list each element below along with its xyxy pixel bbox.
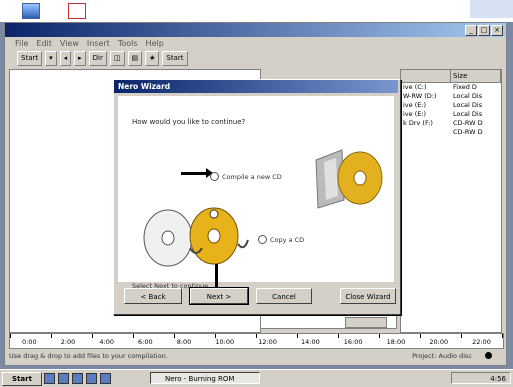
ruler-label: 16:00 [343,338,363,346]
close-wizard-button[interactable]: Close Wizard [340,288,396,304]
toolbar-window-button[interactable]: ◫ [109,50,125,66]
quick-launch-icon[interactable] [44,373,55,384]
menu-bar: File Edit View Insert Tools Help [5,37,506,49]
toolbar-back-button[interactable]: ◂ [59,50,72,66]
drive-type: CD-RW D [453,119,483,127]
toolbar-dir-button[interactable]: Dir [88,50,107,66]
quick-launch-icon[interactable] [72,373,83,384]
drive-type: CD-RW D [453,128,483,136]
desktop-corner [470,0,513,18]
taskbar-app-button[interactable]: Nero - Burning ROM [150,372,260,384]
dialog-button-row: < Back Next > Cancel Close Wizard [120,287,396,306]
drive-name: ive (E:) [403,101,427,109]
drive-name: ive (E:) [403,110,427,118]
menu-edit[interactable]: Edit [36,39,52,48]
column-header[interactable] [401,70,451,82]
taskbar: Start Nero - Burning ROM 4:56 [0,369,513,387]
compile-cd-option[interactable]: Compile a new CD [210,172,282,181]
ruler-label: 14:00 [300,338,320,346]
drive-name [401,128,451,137]
option-label: Copy a CD [270,235,305,244]
list-item[interactable]: ive (E:) Local Dis [401,101,501,110]
list-item[interactable]: ive (E:) Local Dis [401,110,501,119]
toolbar-new-button[interactable]: Start [17,50,43,66]
menu-tools[interactable]: Tools [118,39,138,48]
dialog-body: How would you like to continue? Compile … [118,96,394,302]
next-button[interactable]: Next > [189,287,249,305]
toolbar-list-button[interactable]: ▤ [127,50,143,66]
ruler-label: 12:00 [258,338,277,346]
status-bar: Use drag & drop to add files to your com… [9,350,502,362]
ruler-label: 6:00 [138,338,153,346]
list-item[interactable]: W-RW (D:) Local Dis [401,92,501,101]
copy-cd-illustration-icon [143,207,249,267]
project-type-text: Project: Audio disc [412,352,472,360]
copy-cd-option[interactable]: Copy a CD [258,235,304,244]
drive-name: k Drv (F:) [403,119,433,127]
cancel-button[interactable]: Cancel [256,288,312,304]
drive-name: W-RW (D:) [403,92,437,100]
menu-view[interactable]: View [60,39,79,48]
start-button[interactable]: Start [2,372,42,386]
timeline-ruler: 0:00 2:00 4:00 6:00 8:00 10:00 12:00 14:… [9,333,504,349]
close-button[interactable]: × [491,25,503,36]
toolbar-forward-button[interactable]: ▸ [74,50,86,66]
list-item[interactable]: CD-RW D [401,128,501,137]
list-item[interactable]: k Drv (F:) CD-RW D [401,119,501,128]
window-titlebar[interactable]: _ □ × [5,23,506,37]
wizard-dialog: Nero Wizard How would you like to contin… [113,79,401,315]
record-icon [485,352,492,359]
desktop-strip [0,0,513,22]
menu-file[interactable]: File [15,39,28,48]
drive-type: Local Dis [453,101,483,109]
quick-launch-icon[interactable] [86,373,97,384]
arrow-right-icon [181,168,213,178]
option-label: Compile a new CD [222,172,282,181]
column-header[interactable]: Size [451,70,501,82]
horizontal-scrollbar[interactable] [345,317,387,328]
minimize-button[interactable]: _ [465,25,477,36]
toolbar-star-button[interactable]: ★ [145,50,160,66]
drive-name: ive (C:) [403,83,427,91]
status-text: Use drag & drop to add files to your com… [9,352,168,360]
drive-type: Fixed D [453,83,477,91]
list-item[interactable]: ive (C:) Fixed D [401,83,501,92]
drive-type: Local Dis [453,110,483,118]
wizard-question: How would you like to continue? [132,118,246,126]
menu-help[interactable]: Help [146,39,164,48]
quick-launch-icon[interactable] [100,373,111,384]
radio-button[interactable] [258,235,267,244]
ruler-label: 18:00 [386,338,406,346]
desktop-icon[interactable] [68,3,86,19]
ruler-label: 22:00 [472,338,491,346]
drive-type: Local Dis [453,92,483,100]
ruler-label: 20:00 [429,338,449,346]
quick-launch [44,373,111,384]
toolbar: Start ▾ ◂ ▸ Dir ◫ ▤ ★ Start [5,49,506,67]
compile-cd-illustration-icon [315,149,383,209]
back-button[interactable]: < Back [124,288,182,304]
quick-launch-icon[interactable] [58,373,69,384]
toolbar-burn-button[interactable]: Start [162,50,188,66]
toolbar-dropdown-button[interactable]: ▾ [45,50,57,66]
radio-button[interactable] [210,172,219,181]
ruler-label: 2:00 [60,338,76,346]
dialog-titlebar[interactable]: Nero Wizard [114,80,398,93]
maximize-button[interactable]: □ [478,25,490,36]
ruler-label: 8:00 [176,338,192,346]
menu-insert[interactable]: Insert [87,39,110,48]
dialog-title: Nero Wizard [118,82,171,91]
desktop-icon[interactable] [22,3,40,19]
drive-list-header: Size [401,70,501,83]
ruler-label: 0:00 [22,338,37,346]
system-tray-clock[interactable]: 4:56 [451,372,511,384]
ruler-label: 10:00 [215,338,235,346]
ruler-label: 4:00 [99,338,114,346]
drive-list[interactable]: Size ive (C:) Fixed D W-RW (D:) Local Dis … [400,69,502,333]
